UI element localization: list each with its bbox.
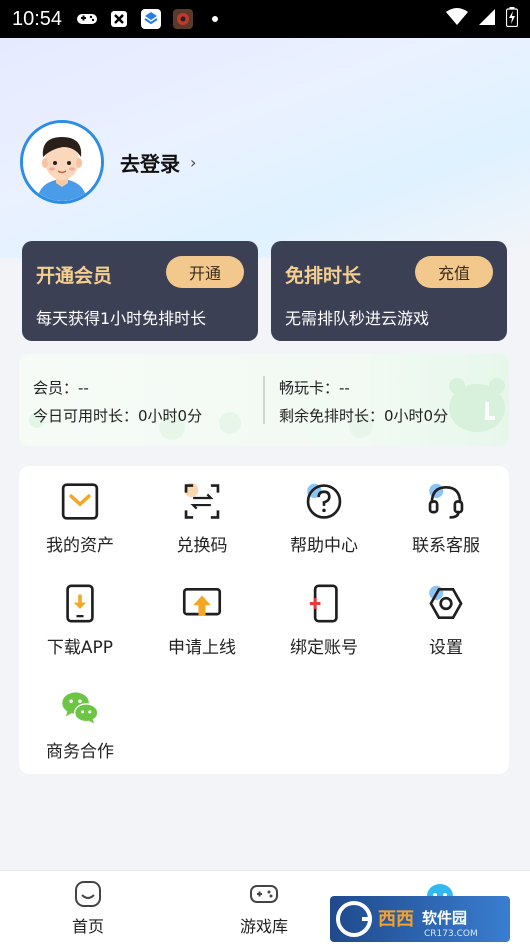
menu-item-settings[interactable]: 设置 (385, 568, 507, 658)
tab-game-library[interactable]: 游戏库 (176, 871, 352, 948)
app-status-icon (140, 8, 162, 30)
login-entry[interactable]: 去登录 › (20, 120, 196, 204)
queue-free-card-subtitle: 无需排队秒进云游戏 (285, 309, 430, 328)
tab-label: 游戏库 (239, 917, 288, 936)
bind-account-icon (309, 584, 338, 623)
menu-item-help-center[interactable]: 帮助中心 (263, 466, 385, 556)
today-available-time: 今日可用时长：0小时0分 (33, 407, 203, 425)
mascot-decor-icon (449, 378, 505, 432)
avatar[interactable] (20, 120, 104, 204)
headset-icon (428, 483, 464, 519)
home-icon (75, 881, 101, 907)
gamepad-icon (250, 885, 278, 903)
decor-bubble (219, 412, 241, 434)
menu-item-apply-online[interactable]: 申请上线 (141, 568, 263, 658)
watermark-logo: 西西 软件园 CR173.COM (330, 896, 510, 942)
open-vip-button[interactable]: 开通 (166, 256, 244, 288)
download-app-icon (66, 584, 94, 623)
recharge-button[interactable]: 充值 (415, 256, 493, 288)
close-box-status-icon (108, 8, 130, 30)
menu-item-customer-service[interactable]: 联系客服 (385, 466, 507, 556)
status-bar: 10:54 (0, 0, 530, 38)
menu-label: 设置 (429, 638, 463, 658)
member-status: 会员：-- (33, 379, 89, 397)
info-right-column: 畅玩卡：-- 剩余免排时长：0小时0分 (279, 374, 448, 430)
membership-info-panel: 会员：-- 今日可用时长：0小时0分 畅玩卡：-- 剩余免排时长：0小时0分 (19, 354, 509, 446)
info-left-column: 会员：-- 今日可用时长：0小时0分 (33, 374, 202, 430)
menu-label: 兑换码 (176, 536, 228, 556)
queue-free-card-title: 免排时长 (285, 265, 362, 287)
exchange-code-icon (184, 482, 220, 519)
svg-text:CR173.COM: CR173.COM (424, 929, 478, 939)
play-card-status: 畅玩卡：-- (279, 379, 350, 397)
remaining-queue-free-time: 剩余免排时长：0小时0分 (279, 407, 449, 425)
login-text[interactable]: 去登录 (120, 148, 180, 177)
menu-item-bind-account[interactable]: 绑定账号 (263, 568, 385, 658)
menu-label: 下载APP (46, 638, 114, 658)
menu-item-redeem-code[interactable]: 兑换码 (141, 466, 263, 556)
menu-label: 商务合作 (46, 742, 114, 762)
tab-label: 首页 (71, 917, 104, 936)
menu-item-my-assets[interactable]: 我的资产 (19, 466, 141, 556)
status-time: 10:54 (12, 7, 63, 30)
menu-label: 申请上线 (168, 638, 236, 658)
vip-card-title: 开通会员 (36, 265, 113, 287)
menu-grid: 我的资产 兑换码 帮助中心 联系客服 下载APP 申请上线 绑定账号 设置 商务… (19, 466, 509, 774)
menu-label: 帮助中心 (290, 536, 358, 556)
vip-card-subtitle: 每天获得1小时免排时长 (36, 309, 207, 328)
wifi-icon (446, 8, 468, 30)
gamepad-status-icon (76, 8, 98, 30)
wechat-icon (62, 692, 99, 724)
record-status-icon (172, 8, 194, 30)
svg-text:软件园: 软件园 (422, 909, 467, 927)
menu-label: 联系客服 (412, 536, 480, 556)
help-icon (306, 483, 342, 519)
upload-icon (182, 587, 222, 616)
info-divider (263, 376, 265, 424)
menu-item-business-cooperation[interactable]: 商务合作 (19, 672, 141, 762)
queue-free-card[interactable]: 免排时长 充值 无需排队秒进云游戏 (271, 241, 507, 341)
wallet-icon (61, 483, 99, 520)
vip-card[interactable]: 开通会员 开通 每天获得1小时免排时长 (22, 241, 258, 341)
battery-icon (505, 7, 519, 31)
svg-text:西西: 西西 (378, 909, 414, 930)
settings-icon (429, 585, 463, 620)
tab-home[interactable]: 首页 (0, 871, 176, 948)
dot-status-icon (204, 8, 226, 30)
chevron-right-icon: › (190, 152, 197, 172)
menu-label: 我的资产 (46, 536, 114, 556)
menu-item-download-app[interactable]: 下载APP (19, 568, 141, 658)
menu-label: 绑定账号 (290, 638, 358, 658)
signal-icon (478, 8, 496, 30)
